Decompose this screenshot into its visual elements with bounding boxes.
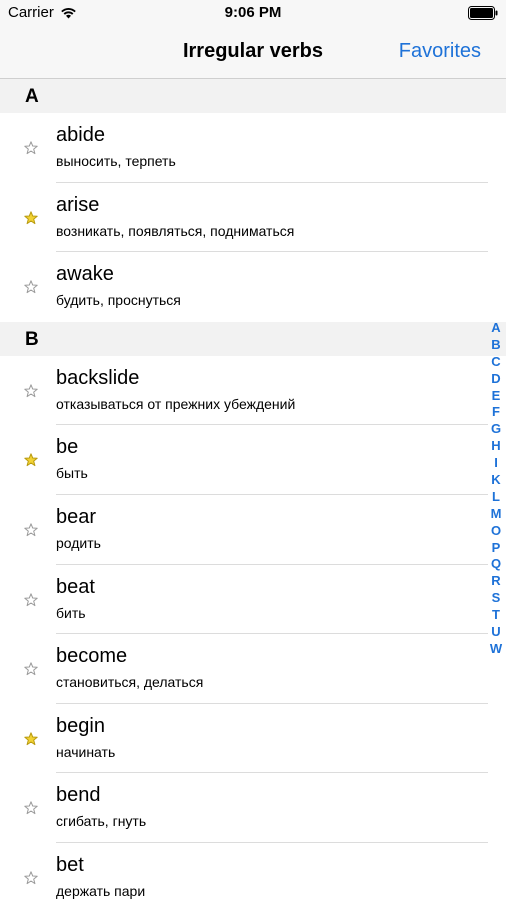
verb-translation: сгибать, гнуть [56,813,147,830]
star-outline-icon[interactable] [24,662,38,676]
index-letter-g[interactable]: G [488,421,504,438]
verb-label: bear [56,505,97,528]
index-letter-f[interactable]: F [488,404,504,421]
verb-translation: возникать, появляться, подниматься [56,222,295,239]
section-index[interactable]: ABCDEFGHIKLMOPQRSTUW [488,320,504,658]
verb-label: arise [56,193,100,216]
verb-row[interactable]: awake будить, проснуться [0,252,506,322]
verb-row[interactable]: beat бить [0,564,506,635]
verb-row[interactable]: abide выносить, терпеть [0,113,506,183]
verb-label: awake [56,263,114,286]
verb-translation: родить [56,534,101,551]
index-letter-s[interactable]: S [488,590,504,607]
verb-label: begin [56,714,105,737]
verb-row[interactable]: be быть [0,425,506,495]
verb-label: become [56,645,128,668]
verb-row[interactable]: begin начинать [0,703,506,774]
status-time: 9:06 PM [224,4,282,21]
index-letter-a[interactable]: A [488,320,504,337]
verb-translation: отказываться от прежних убеждений [56,395,296,412]
verb-translation: становиться, делаться [56,674,204,691]
index-letter-k[interactable]: K [488,472,504,489]
star-outline-icon[interactable] [24,141,38,155]
verb-label: beat [56,575,95,598]
index-letter-i[interactable]: I [488,455,504,472]
index-letter-r[interactable]: R [488,573,504,590]
star-outline-icon[interactable] [24,871,38,885]
verb-row[interactable]: become становиться, делаться [0,634,506,704]
favorites-button[interactable]: Favorites [399,40,481,63]
status-bar: Carrier 9:06 PM [0,0,506,28]
index-letter-l[interactable]: L [488,489,504,506]
index-letter-t[interactable]: T [488,607,504,624]
section-header-label: B [25,328,39,350]
star-outline-icon[interactable] [24,384,38,398]
star-outline-icon[interactable] [24,523,38,537]
index-letter-h[interactable]: H [488,438,504,455]
index-letter-d[interactable]: D [488,371,504,388]
star-outline-icon[interactable] [24,592,38,607]
verb-label: backslide [56,366,140,389]
verb-row[interactable]: arise возникать, появляться, подниматься [0,182,506,253]
index-letter-c[interactable]: C [488,354,504,371]
battery-icon [468,6,498,20]
star-filled-icon[interactable] [24,210,38,225]
verb-translation: будить, проснуться [56,292,181,309]
star-outline-icon[interactable] [24,280,38,294]
verb-translation: держать пари [56,882,146,899]
index-letter-p[interactable]: P [488,540,504,557]
star-outline-icon[interactable] [24,801,38,815]
index-letter-e[interactable]: E [488,388,504,405]
star-filled-icon[interactable] [24,732,38,746]
verb-translation: выносить, терпеть [56,153,176,169]
star-filled-icon[interactable] [24,453,38,467]
section-header-b: B [0,321,506,356]
index-letter-w[interactable]: W [488,641,504,658]
section-header-a: A [0,79,506,113]
verb-translation: бить [56,604,86,621]
index-letter-u[interactable]: U [488,624,504,641]
index-letter-o[interactable]: O [488,523,504,540]
verb-list: Aabide выносить, терпеть arise возникать, п… [0,79,506,913]
index-letter-b[interactable]: B [488,337,504,354]
verb-label: abide [56,124,105,146]
section-header-label: A [25,86,39,107]
verb-row[interactable]: bear родить [0,494,506,565]
index-letter-q[interactable]: Q [488,556,504,573]
verb-label: bet [56,853,84,876]
verb-row[interactable]: bet держать пари [0,842,506,913]
verb-label: be [56,436,79,459]
index-letter-m[interactable]: M [488,506,504,523]
navigation-bar: Irregular verbs Favorites [0,28,506,79]
verb-label: bend [56,784,101,807]
verb-row[interactable]: backslide отказываться от прежних убежден… [0,355,506,426]
verb-translation: быть [56,465,88,482]
verb-row[interactable]: bend сгибать, гнуть [0,773,506,843]
verb-translation: начинать [56,743,116,760]
